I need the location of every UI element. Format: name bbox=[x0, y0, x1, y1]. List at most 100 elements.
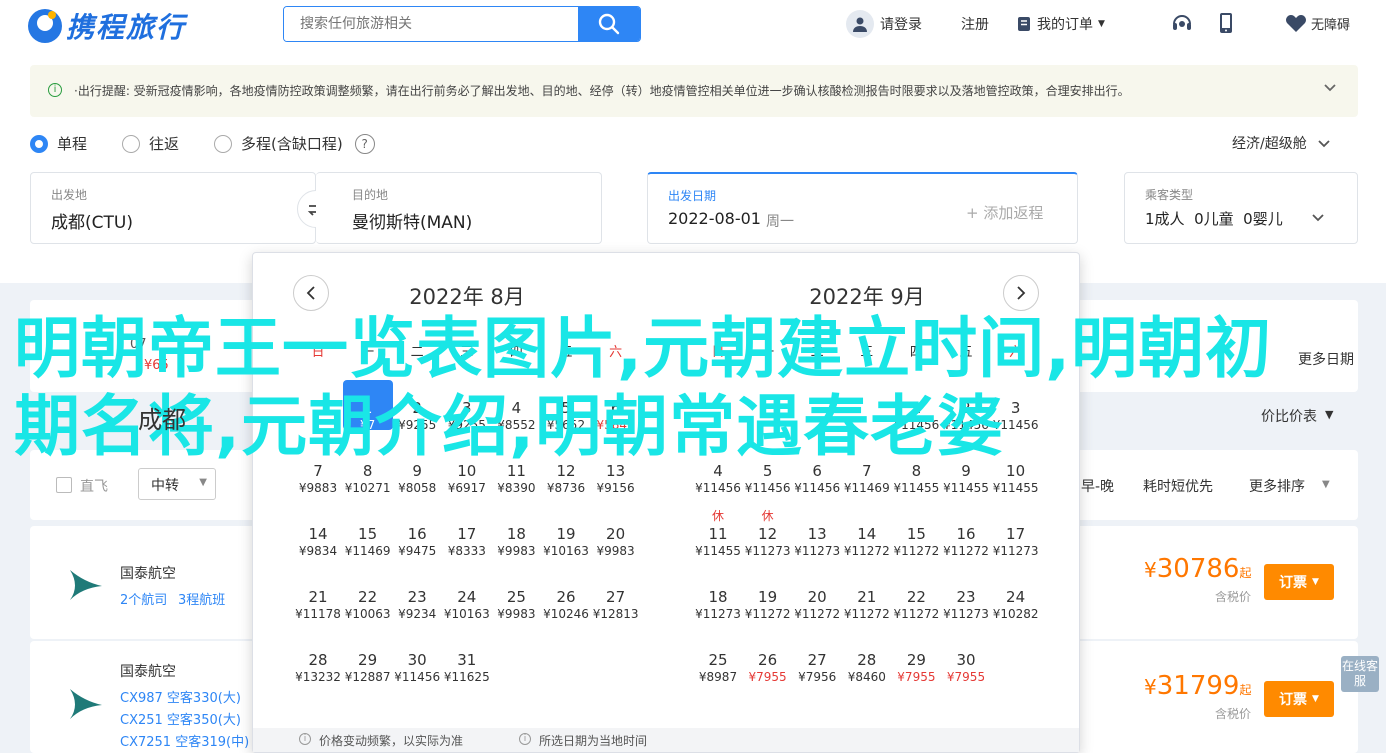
transfer-label: 中转 bbox=[151, 478, 179, 494]
mobile-app-button[interactable] bbox=[1219, 12, 1233, 34]
radio-dot bbox=[122, 134, 140, 153]
day-number: 16 bbox=[407, 525, 427, 543]
sort-more[interactable]: 更多排序 bbox=[1249, 476, 1305, 496]
day-number: 3 bbox=[462, 399, 472, 417]
day-price: ¥7955 bbox=[946, 670, 986, 684]
weekday-label: 日 bbox=[311, 345, 325, 360]
price-suffix: 起 bbox=[1239, 683, 1252, 697]
field-label: 出发日期 bbox=[668, 189, 717, 203]
day-price: ¥11456 bbox=[992, 418, 1039, 432]
airline-logo-icon bbox=[70, 570, 102, 600]
calendar-day-cell[interactable]: 3 ¥11456 bbox=[991, 399, 1041, 455]
tax-label: 含税价 bbox=[1215, 590, 1252, 604]
weekday-label: 三 bbox=[860, 345, 874, 360]
help-icon[interactable]: ? bbox=[354, 133, 375, 154]
day-number: 7 bbox=[313, 462, 323, 480]
book-button[interactable]: 订票 ▼ bbox=[1264, 564, 1334, 600]
cabin-label: 经济/超级舱 bbox=[1232, 136, 1307, 152]
segment-count-link[interactable]: 3程航班 bbox=[178, 589, 225, 608]
search-icon bbox=[598, 13, 620, 35]
login-link[interactable]: 请登录 bbox=[846, 10, 922, 38]
logo-mark-icon bbox=[28, 9, 62, 43]
day-number: 17 bbox=[457, 525, 477, 543]
book-button[interactable]: 订票 ▼ bbox=[1264, 681, 1334, 717]
sort-shortest-time[interactable]: 耗时短优先 bbox=[1143, 476, 1213, 496]
transfer-filter[interactable]: 中转 ▼ bbox=[138, 468, 216, 500]
more-dates-link[interactable]: 更多日期 bbox=[1298, 349, 1354, 369]
day-number: 15 bbox=[906, 525, 926, 543]
chevron-right-icon bbox=[1017, 286, 1026, 300]
day-number: 24 bbox=[1006, 588, 1026, 606]
cabin-class-select[interactable]: 经济/超级舱 bbox=[1232, 133, 1331, 153]
radio-round-trip[interactable]: 往返 bbox=[122, 133, 179, 154]
day-number: 5 bbox=[762, 462, 773, 480]
airline-count-link[interactable]: 2个航司 bbox=[120, 589, 167, 608]
weekday-label: 四 bbox=[909, 345, 923, 360]
customer-service-button[interactable] bbox=[1171, 12, 1193, 34]
holiday-badge: 休 bbox=[761, 509, 774, 523]
day-number: 28 bbox=[308, 651, 328, 669]
order-doc-icon bbox=[1018, 17, 1030, 31]
direct-checkbox[interactable] bbox=[56, 477, 72, 493]
day-number: 22 bbox=[358, 588, 378, 606]
weekday-label: 三 bbox=[460, 345, 474, 360]
day-number: 28 bbox=[857, 651, 877, 669]
calendar-day-cell[interactable]: 17 ¥11273 bbox=[991, 525, 1041, 581]
add-return-button[interactable]: + 添加返程 bbox=[966, 202, 1043, 223]
day-number: 27 bbox=[606, 588, 626, 606]
weekday-label: 五 bbox=[559, 345, 573, 360]
chevron-down-icon: ▼ bbox=[1322, 479, 1330, 490]
date-picker-popup: 2022年 8月 2022年 9月 日一二三四五六日一二三四五六 1 ¥7 2 ¥92… bbox=[252, 252, 1080, 753]
chevron-down-icon: ▼ bbox=[199, 477, 207, 488]
departure-date-field[interactable]: 出发日期 2022-08-01 周一 + 添加返程 bbox=[647, 172, 1078, 244]
departure-field[interactable]: 出发地 成都(CTU) bbox=[30, 172, 316, 244]
trip-type-label: 往返 bbox=[149, 135, 180, 153]
flight-segment-link[interactable]: CX987 空客330(大) bbox=[120, 687, 241, 706]
day-number: 23 bbox=[956, 588, 976, 606]
passenger-value: 1成人 0儿童 0婴儿 bbox=[1145, 210, 1283, 228]
radio-one-way[interactable]: 单程 bbox=[30, 133, 87, 154]
info-icon: i bbox=[519, 733, 531, 745]
passenger-type-field[interactable]: 乘客类型 1成人 0儿童 0婴儿 bbox=[1124, 172, 1358, 244]
calendar-day-cell[interactable]: 24 ¥10282 bbox=[991, 588, 1041, 644]
register-link[interactable]: 注册 bbox=[961, 14, 989, 34]
departure-value: 成都(CTU) bbox=[51, 213, 133, 233]
prev-month-button[interactable] bbox=[293, 275, 329, 311]
day-number: 17 bbox=[1006, 525, 1026, 543]
radio-dot bbox=[214, 134, 232, 153]
caret-down-icon: ▼ bbox=[1098, 19, 1105, 29]
airline-logo-icon bbox=[70, 689, 102, 719]
calendar-day-cell[interactable]: 27 ¥12813 bbox=[591, 588, 641, 644]
accessibility-button[interactable]: 无障碍 bbox=[1285, 14, 1350, 33]
flight-segment-link[interactable]: CX7251 空客319(中) bbox=[120, 731, 249, 750]
flight-segment-link[interactable]: CX251 空客350(大) bbox=[120, 709, 241, 728]
search-input[interactable] bbox=[284, 7, 580, 41]
destination-field[interactable]: 目的地 曼彻斯特(MAN) bbox=[316, 172, 602, 244]
ctrip-logo[interactable]: 携程旅行 bbox=[28, 6, 186, 46]
collapse-chevron-icon[interactable] bbox=[1322, 79, 1338, 95]
book-label: 订票 bbox=[1279, 575, 1308, 591]
calendar-day-cell[interactable]: 31 ¥11625 bbox=[442, 651, 492, 707]
weekday-label: 四 bbox=[509, 345, 523, 360]
calendar-day-cell[interactable]: 6 ¥5840 bbox=[591, 399, 641, 455]
calendar-day-cell[interactable]: 10 ¥11455 bbox=[991, 462, 1041, 518]
trip-type-label: 单程 bbox=[57, 135, 88, 153]
price-compare-toggle[interactable]: 价比价表 bbox=[1261, 406, 1317, 426]
search-button[interactable] bbox=[578, 7, 640, 41]
calendar-day-cell[interactable]: 20 ¥9983 bbox=[591, 525, 641, 581]
radio-multi-city[interactable]: 多程(含缺口程) ? bbox=[214, 133, 375, 154]
calendar-day-cell[interactable]: 30 ¥7955 bbox=[941, 651, 991, 707]
online-service-button[interactable]: 在线客服 bbox=[1341, 656, 1379, 692]
day-number: 26 bbox=[758, 651, 778, 669]
next-month-button[interactable] bbox=[1003, 275, 1039, 311]
day-number: 8 bbox=[911, 462, 922, 480]
my-orders-menu[interactable]: 我的订单 ▼ bbox=[1017, 14, 1105, 34]
sort-early-late[interactable]: 早-晚 bbox=[1081, 476, 1114, 496]
price-disclaimer: 价格变动频繁，以实际为准 bbox=[319, 734, 464, 748]
departure-date-value: 2022-08-01 bbox=[668, 209, 761, 228]
trip-type-label: 多程(含缺口程) bbox=[241, 135, 343, 153]
day-number: 14 bbox=[308, 525, 328, 543]
field-label: 出发地 bbox=[51, 188, 88, 202]
calendar-day-cell[interactable]: 13 ¥9156 bbox=[591, 462, 641, 518]
day-price: ¥12813 bbox=[592, 607, 639, 621]
